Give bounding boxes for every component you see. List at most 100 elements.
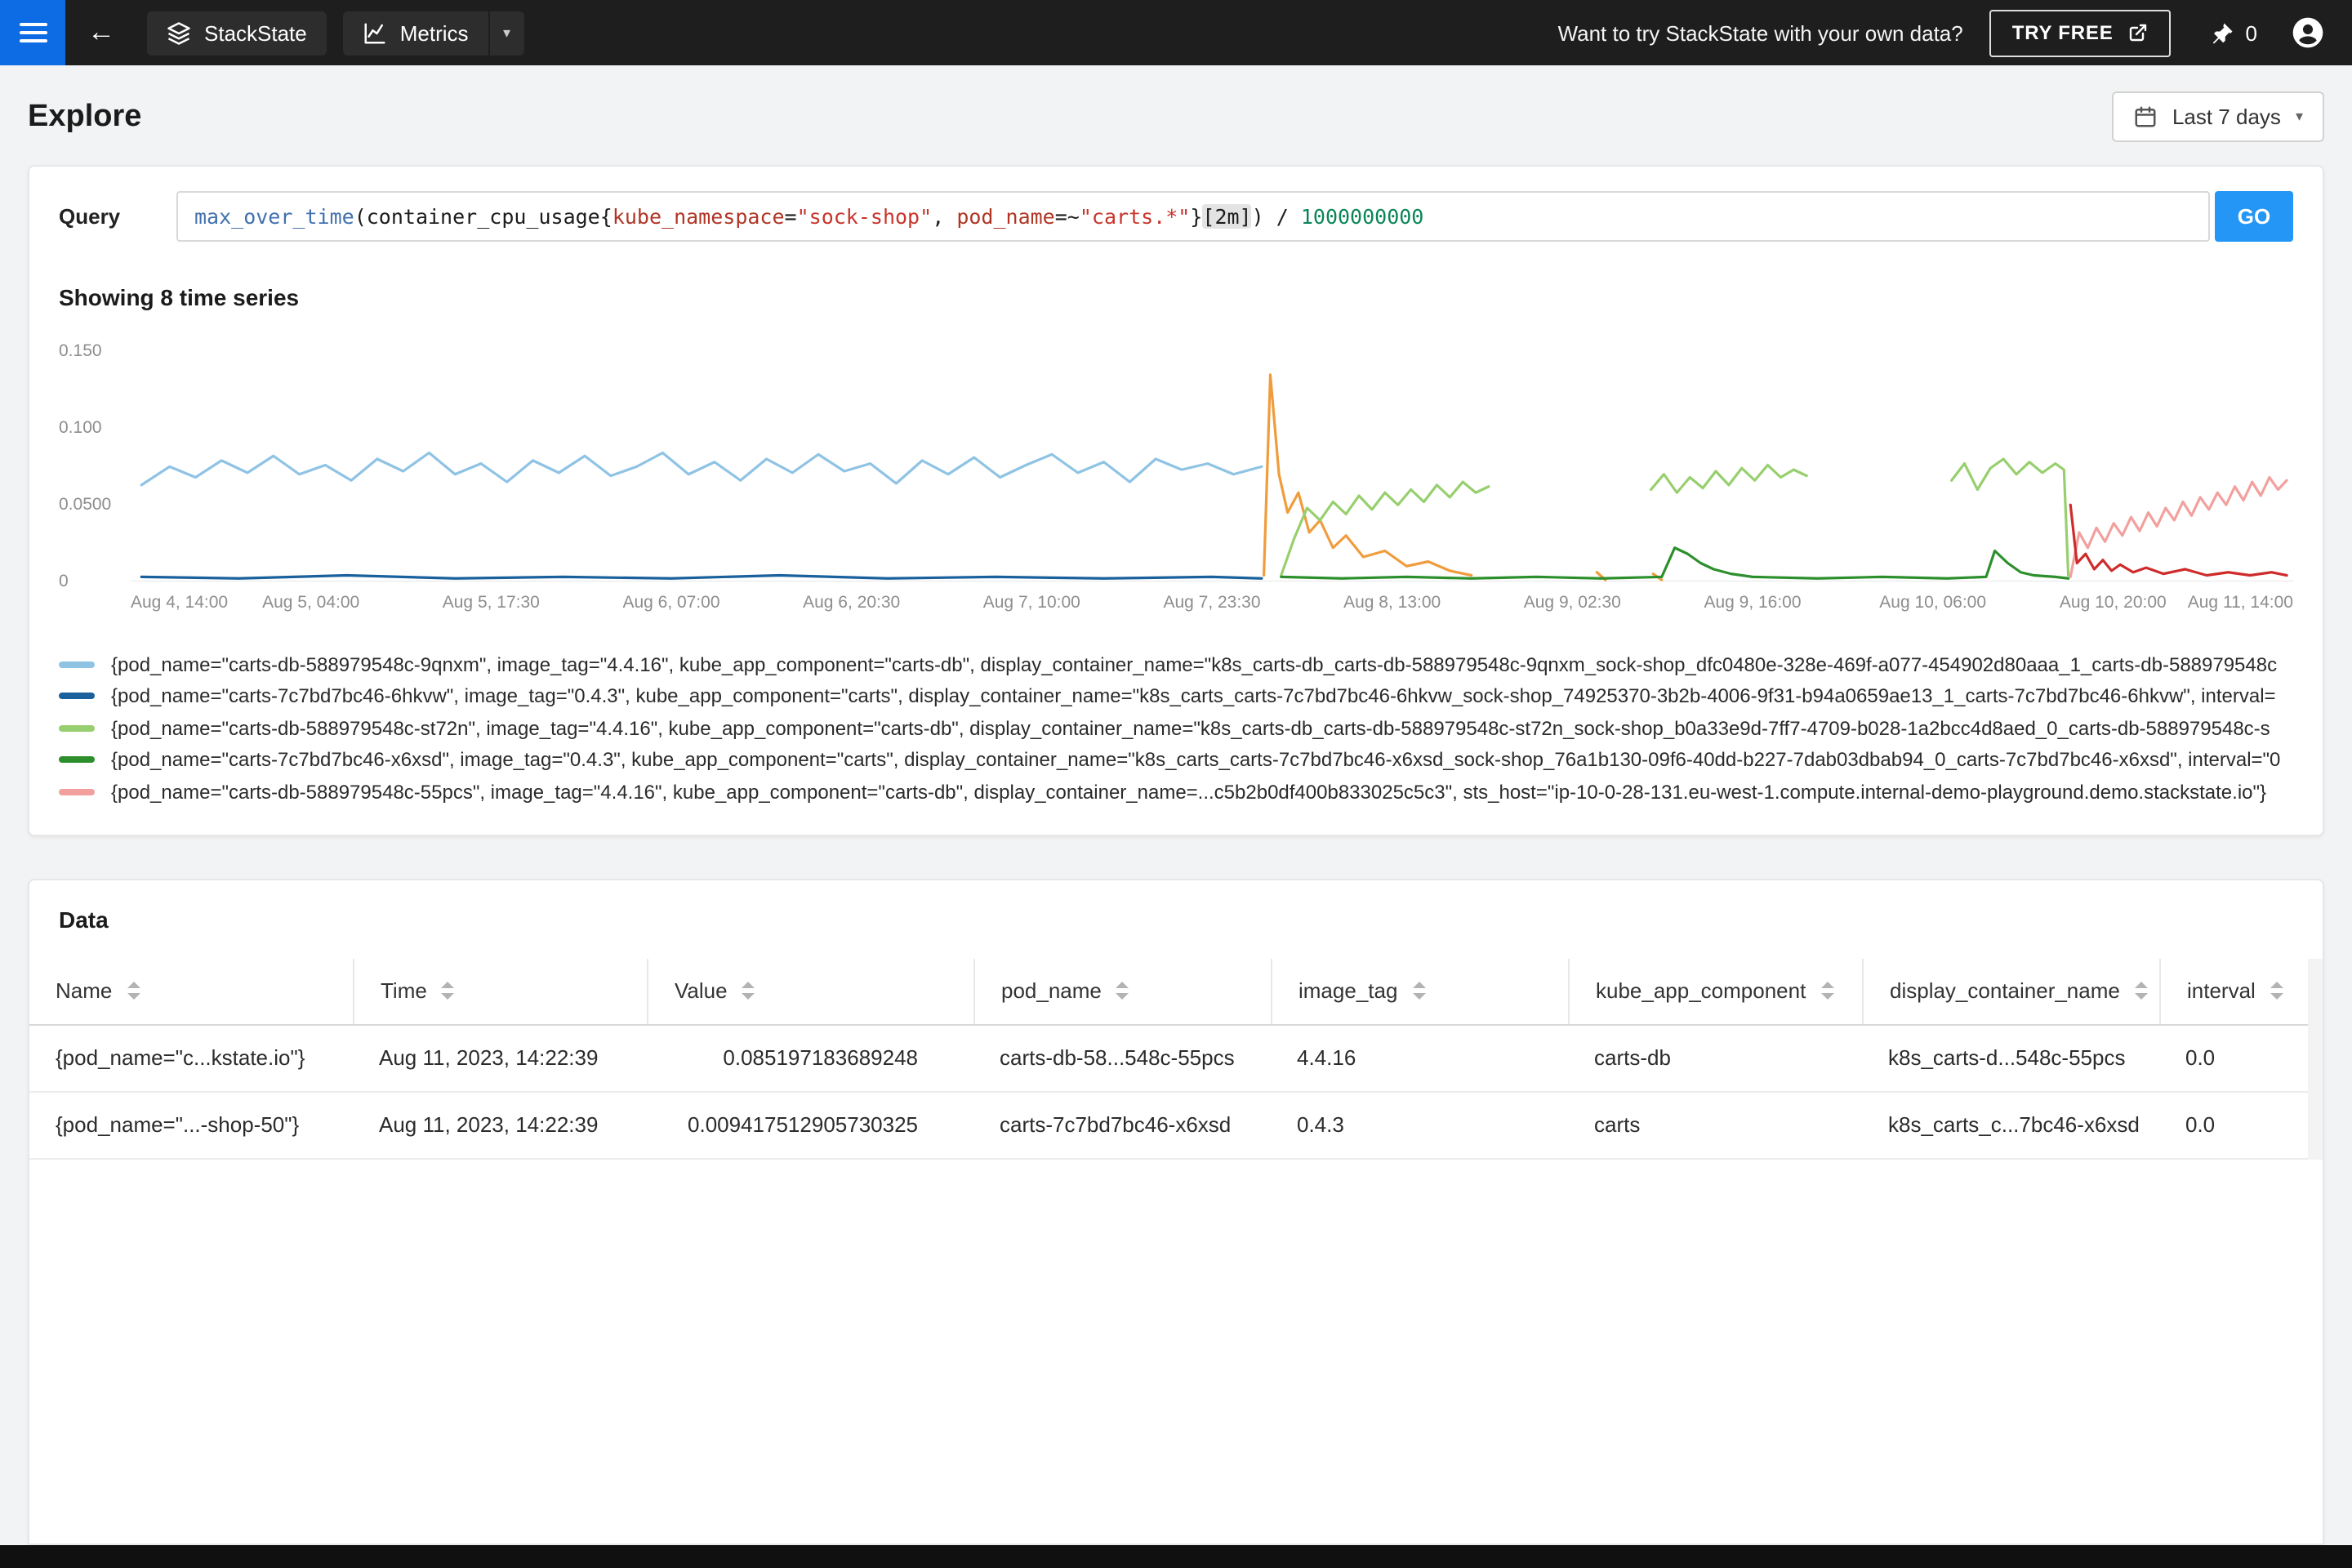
nav-metrics-tab[interactable]: Metrics: [342, 11, 488, 55]
sort-down-arrow: [742, 993, 755, 1000]
sort-down-arrow: [1116, 993, 1129, 1000]
column-header-image_tag[interactable]: image_tag: [1271, 958, 1568, 1023]
go-button[interactable]: GO: [2215, 191, 2293, 242]
x-tick-label: Aug 11, 14:00: [2187, 593, 2293, 612]
sort-down-arrow: [2270, 993, 2283, 1000]
query-token: (: [354, 204, 367, 229]
page-header: Explore Last 7 days ▾: [28, 91, 2324, 142]
table-header-row: Name Time Value pod_name image_tag kube_app_c…: [29, 958, 2323, 1025]
time-series-chart[interactable]: [131, 336, 2293, 581]
column-header-label: Name: [56, 978, 113, 1003]
legend-item[interactable]: {pod_name="carts-db-588979548c-55pcs", i…: [59, 776, 2293, 808]
query-token: }: [1190, 204, 1203, 229]
app-window: ← StackState Metrics ▾ Want to try Stack…: [0, 0, 2352, 1568]
column-header-kube_app_component[interactable]: kube_app_component: [1568, 958, 1862, 1023]
legend-item[interactable]: {pod_name="carts-7c7bd7bc46-6hkvw", imag…: [59, 680, 2293, 712]
column-header-label: interval: [2187, 978, 2256, 1003]
x-tick-label: Aug 6, 20:30: [803, 593, 901, 612]
sort-up-arrow: [127, 982, 140, 988]
series-line-carts-7c7bd7bc46-6hkvw: [141, 576, 1262, 579]
query-token: "carts.*": [1079, 204, 1191, 229]
column-header-name[interactable]: Name: [29, 958, 353, 1023]
query-token: ): [1251, 204, 1264, 229]
legend-label: {pod_name="carts-db-588979548c-55pcs", i…: [111, 780, 2267, 804]
promo-text: Want to try StackState with your own dat…: [1557, 20, 1963, 45]
metrics-dropdown-button[interactable]: ▾: [488, 11, 524, 55]
x-tick-label: Aug 9, 02:30: [1523, 593, 1621, 612]
chart-canvas: [131, 336, 2293, 581]
sort-icon: [2270, 982, 2283, 1000]
cell-pod_name: carts-7c7bd7bc46-x6xsd: [1000, 1111, 1232, 1136]
query-token: container_cpu_usage: [366, 204, 600, 229]
column-header-value[interactable]: Value: [647, 958, 973, 1023]
sort-down-arrow: [1412, 993, 1426, 1000]
y-tick-label: 0.150: [59, 341, 102, 362]
series-line-carts-db (orange burst): [1264, 375, 1662, 580]
line-chart-icon: [364, 22, 385, 43]
x-tick-label: Aug 4, 14:00: [131, 593, 229, 612]
legend-swatch: [59, 788, 95, 795]
arrow-left-icon: ←: [87, 16, 115, 47]
cell-name: {pod_name="...-shop-50"}: [56, 1111, 300, 1136]
data-card: Data Name Time Value pod_name image_tag kube_…: [28, 878, 2324, 1545]
legend-item[interactable]: {pod_name="carts-7c7bd7bc46-x6xsd", imag…: [59, 744, 2293, 776]
cell-interval: 0.0: [2185, 1111, 2216, 1136]
sort-icon: [441, 982, 455, 1000]
main-menu-button[interactable]: [0, 0, 65, 65]
layers-icon: [167, 21, 190, 44]
table-row[interactable]: {pod_name="c...kstate.io"} Aug 11, 2023, …: [29, 1025, 2323, 1092]
cell-time: Aug 11, 2023, 14:22:39: [379, 1045, 599, 1069]
cell-image_tag: 0.4.3: [1297, 1111, 1344, 1136]
calendar-icon: [2135, 106, 2156, 127]
table-scrollbar[interactable]: [2308, 958, 2323, 1159]
table-body: {pod_name="c...kstate.io"} Aug 11, 2023, …: [29, 1025, 2323, 1159]
metrics-nav-group: Metrics ▾: [342, 11, 524, 55]
query-token: =: [784, 204, 797, 229]
query-token: 1000000000: [1300, 204, 1424, 229]
cell-kube_app_component: carts-db: [1594, 1045, 1671, 1069]
query-token: [2m]: [1202, 204, 1252, 229]
chart-heading: Showing 8 time series: [59, 284, 300, 310]
column-header-label: Time: [381, 978, 427, 1003]
page-title: Explore: [28, 99, 142, 133]
external-link-icon: [2129, 24, 2146, 42]
column-header-interval[interactable]: interval: [2159, 958, 2323, 1023]
pin-button[interactable]: 0: [2210, 20, 2257, 45]
legend-item[interactable]: {pod_name="carts-db-588979548c-9qnxm", i…: [59, 648, 2293, 680]
try-free-button[interactable]: TRY FREE: [1989, 9, 2171, 56]
x-tick-label: Aug 5, 04:00: [262, 593, 360, 612]
sort-icon: [127, 982, 140, 1000]
cell-interval: 0.0: [2185, 1045, 2216, 1069]
cell-time: Aug 11, 2023, 14:22:39: [379, 1111, 599, 1136]
query-row: Query max_over_time(container_cpu_usage{…: [59, 191, 2293, 242]
y-axis: 0.150 0.100 0.0500 0: [59, 336, 131, 591]
brand-label: StackState: [204, 20, 307, 45]
table-row[interactable]: {pod_name="...-shop-50"} Aug 11, 2023, 14…: [29, 1092, 2323, 1159]
hamburger-icon: [19, 23, 47, 42]
query-token: pod_name: [956, 204, 1055, 229]
query-token: {: [599, 204, 612, 229]
query-token: max_over_time: [194, 204, 354, 229]
cell-image_tag: 4.4.16: [1297, 1045, 1356, 1069]
series-line-carts-7c7bd7bc46-x6xsd: [1281, 548, 2069, 579]
time-range-button[interactable]: Last 7 days ▾: [2111, 91, 2324, 142]
sort-down-arrow: [1820, 993, 1834, 1000]
column-header-time[interactable]: Time: [353, 958, 647, 1023]
sort-up-arrow: [441, 982, 455, 988]
stackstate-home-button[interactable]: StackState: [147, 11, 327, 55]
x-tick-label: Aug 7, 10:00: [982, 593, 1080, 612]
legend-item[interactable]: {pod_name="carts-db-588979548c-st72n", i…: [59, 712, 2293, 744]
nav-metrics-label: Metrics: [399, 20, 469, 45]
account-button[interactable]: [2290, 15, 2326, 51]
column-header-pod_name[interactable]: pod_name: [973, 958, 1271, 1023]
main-content: Explore Last 7 days ▾ Query max_over_tim…: [0, 65, 2352, 1545]
x-tick-label: Aug 10, 06:00: [1879, 593, 1987, 612]
query-token: ,: [932, 204, 957, 229]
legend-label: {pod_name="carts-7c7bd7bc46-x6xsd", imag…: [111, 748, 2281, 772]
cell-name: {pod_name="c...kstate.io"}: [56, 1045, 305, 1069]
sort-icon: [2134, 982, 2148, 1000]
query-input[interactable]: max_over_time(container_cpu_usage{kube_n…: [176, 191, 2210, 242]
legend-label: {pod_name="carts-7c7bd7bc46-6hkvw", imag…: [111, 684, 2276, 708]
back-button[interactable]: ←: [65, 0, 137, 65]
column-header-display_container_name[interactable]: display_container_name: [1862, 958, 2159, 1023]
